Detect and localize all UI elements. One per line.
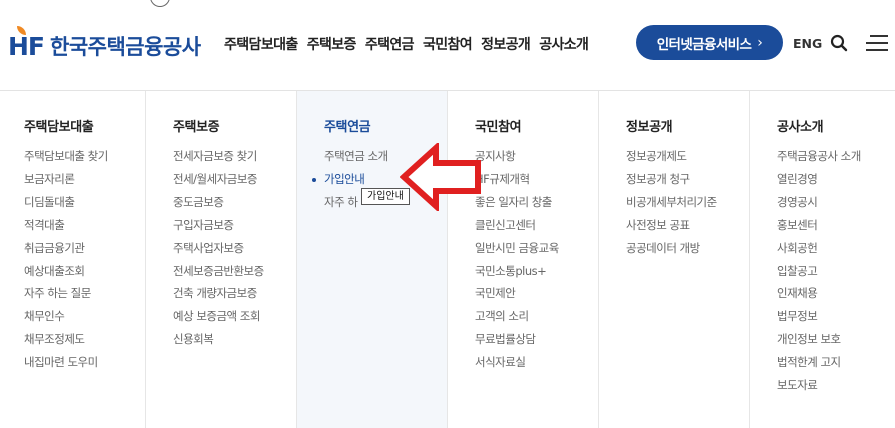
menu-column-mortgage: 주택담보대출 주택담보대출 찾기 보금자리론 디딤돌대출 적격대출 취급금융기관… xyxy=(0,91,145,428)
menu-item[interactable]: 주택담보대출 찾기 xyxy=(24,145,145,168)
scroll-indicator-icon xyxy=(150,0,170,7)
menu-item[interactable]: 전세보증금반환보증 xyxy=(173,260,296,283)
menu-item[interactable]: HF규제개혁 xyxy=(475,168,598,191)
gnb-item-about[interactable]: 공사소개 xyxy=(539,33,589,57)
menu-item[interactable]: 좋은 일자리 창출 xyxy=(475,191,598,214)
menu-item[interactable]: 정보공개제도 xyxy=(626,145,749,168)
column-title[interactable]: 주택보증 xyxy=(173,118,296,138)
menu-column-pension: 주택연금 주택연금 소개 가입안내 자주 하 xyxy=(296,91,447,428)
menu-item[interactable]: 주택사업자보증 xyxy=(173,237,296,260)
menu-item[interactable]: 무료법률상담 xyxy=(475,328,598,351)
global-nav: 주택담보대출 주택보증 주택연금 국민참여 정보공개 공사소개 xyxy=(224,33,597,57)
gnb-item-pension[interactable]: 주택연금 xyxy=(365,33,415,57)
column-title[interactable]: 정보공개 xyxy=(626,118,749,138)
menu-item[interactable]: 고객의 소리 xyxy=(475,305,598,328)
menu-item[interactable]: 국민제안 xyxy=(475,282,598,305)
menu-item[interactable]: 취급금융기관 xyxy=(24,237,145,260)
menu-item[interactable]: 자주 하는 질문 xyxy=(24,282,145,305)
menu-item[interactable]: 예상 보증금액 조회 xyxy=(173,305,296,328)
chevron-right-icon: › xyxy=(757,34,763,51)
column-title[interactable]: 공사소개 xyxy=(777,118,895,138)
column-title[interactable]: 주택연금 xyxy=(324,118,447,138)
menu-item[interactable]: 인재채용 xyxy=(777,282,895,305)
menu-item[interactable]: 개인정보 보호 xyxy=(777,328,895,351)
menu-item[interactable]: 사회공헌 xyxy=(777,237,895,260)
internet-finance-button[interactable]: 인터넷금융서비스 › xyxy=(636,25,783,60)
english-link[interactable]: ENG xyxy=(793,35,822,53)
menu-item[interactable]: 적격대출 xyxy=(24,214,145,237)
menu-item[interactable]: 법무정보 xyxy=(777,305,895,328)
menu-item[interactable]: 전세/월세자금보증 xyxy=(173,168,296,191)
menu-item[interactable]: 비공개세부처리기준 xyxy=(626,191,749,214)
gnb-item-participation[interactable]: 국민참여 xyxy=(423,33,473,57)
menu-item[interactable]: 보도자료 xyxy=(777,374,895,397)
menu-item[interactable]: 예상대출조회 xyxy=(24,260,145,283)
menu-item[interactable]: 공지사항 xyxy=(475,145,598,168)
menu-item[interactable]: 사전정보 공표 xyxy=(626,214,749,237)
menu-column-disclosure: 정보공개 정보공개제도 정보공개 청구 비공개세부처리기준 사전정보 공표 공공… xyxy=(598,91,749,428)
mega-menu: 주택담보대출 주택담보대출 찾기 보금자리론 디딤돌대출 적격대출 취급금융기관… xyxy=(0,90,895,428)
menu-item[interactable]: 법적한계 고지 xyxy=(777,351,895,374)
menu-item[interactable]: 디딤돌대출 xyxy=(24,191,145,214)
menu-item[interactable]: 신용회복 xyxy=(173,328,296,351)
hamburger-menu-icon[interactable] xyxy=(866,35,888,51)
menu-column-guarantee: 주택보증 전세자금보증 찾기 전세/월세자금보증 중도금보증 구입자금보증 주택… xyxy=(145,91,296,428)
column-title[interactable]: 국민참여 xyxy=(475,118,598,138)
menu-item[interactable]: 채무조정제도 xyxy=(24,328,145,351)
menu-item[interactable]: 내집마련 도우미 xyxy=(24,351,145,374)
header: HF 한국주택금융공사 주택담보대출 주택보증 주택연금 국민참여 정보공개 공… xyxy=(0,0,895,90)
menu-item[interactable]: 클린신고센터 xyxy=(475,214,598,237)
menu-item[interactable]: 공공데이터 개방 xyxy=(626,237,749,260)
gnb-item-guarantee[interactable]: 주택보증 xyxy=(307,33,357,57)
menu-item[interactable]: 중도금보증 xyxy=(173,191,296,214)
menu-item[interactable]: 일반시민 금융교육 xyxy=(475,237,598,260)
menu-item[interactable]: 열린경영 xyxy=(777,168,895,191)
site-logo[interactable]: HF 한국주택금융공사 xyxy=(8,25,201,61)
menu-column-participation: 국민참여 공지사항 HF규제개혁 좋은 일자리 창출 클린신고센터 일반시민 금… xyxy=(447,91,598,428)
menu-item[interactable]: 구입자금보증 xyxy=(173,214,296,237)
logo-name: 한국주택금융공사 xyxy=(50,35,201,59)
menu-item[interactable]: 건축 개량자금보증 xyxy=(173,282,296,305)
menu-item[interactable]: 주택금융공사 소개 xyxy=(777,145,895,168)
menu-item[interactable]: 채무인수 xyxy=(24,305,145,328)
menu-item[interactable]: 서식자료실 xyxy=(475,351,598,374)
menu-item[interactable]: 입찰공고 xyxy=(777,260,895,283)
menu-item[interactable]: 정보공개 청구 xyxy=(626,168,749,191)
menu-item[interactable]: 경영공시 xyxy=(777,191,895,214)
menu-item[interactable]: 국민소통plus+ xyxy=(475,260,598,283)
search-icon[interactable] xyxy=(830,34,848,52)
gnb-item-mortgage[interactable]: 주택담보대출 xyxy=(224,33,298,57)
column-title[interactable]: 주택담보대출 xyxy=(24,118,145,138)
menu-item[interactable]: 전세자금보증 찾기 xyxy=(173,145,296,168)
menu-item[interactable]: 홍보센터 xyxy=(777,214,895,237)
internet-finance-label: 인터넷금융서비스 xyxy=(656,36,752,53)
gnb-item-disclosure[interactable]: 정보공개 xyxy=(481,33,531,57)
red-arrow-annotation-icon xyxy=(400,143,481,211)
menu-item[interactable]: 보금자리론 xyxy=(24,168,145,191)
menu-column-about: 공사소개 주택금융공사 소개 열린경영 경영공시 홍보센터 사회공헌 입찰공고 … xyxy=(749,91,895,428)
logo-mark: HF xyxy=(8,25,45,61)
